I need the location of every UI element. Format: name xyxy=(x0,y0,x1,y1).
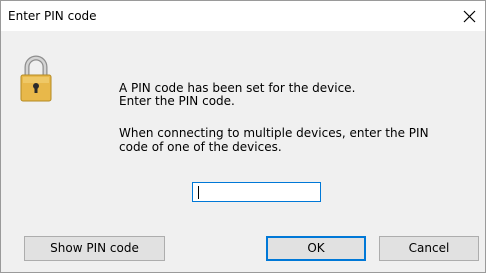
show-pin-code-button[interactable]: Show PIN code xyxy=(24,236,165,261)
padlock-icon xyxy=(19,54,53,102)
pin-dialog: Enter PIN code A PIN code has been set f… xyxy=(0,0,486,273)
window-title: Enter PIN code xyxy=(8,9,97,23)
close-button[interactable] xyxy=(455,1,485,31)
message-line-3: When connecting to multiple devices, ent… xyxy=(119,126,429,140)
text-caret xyxy=(198,186,199,199)
cancel-button[interactable]: Cancel xyxy=(379,236,479,261)
ok-button[interactable]: OK xyxy=(266,236,366,261)
title-bar: Enter PIN code xyxy=(1,1,485,31)
message-line-4: code of one of the devices. xyxy=(119,140,282,154)
pin-code-input[interactable] xyxy=(192,182,321,202)
message-line-2: Enter the PIN code. xyxy=(119,94,235,108)
message-line-1: A PIN code has been set for the device. xyxy=(119,81,356,95)
close-icon xyxy=(463,10,476,23)
